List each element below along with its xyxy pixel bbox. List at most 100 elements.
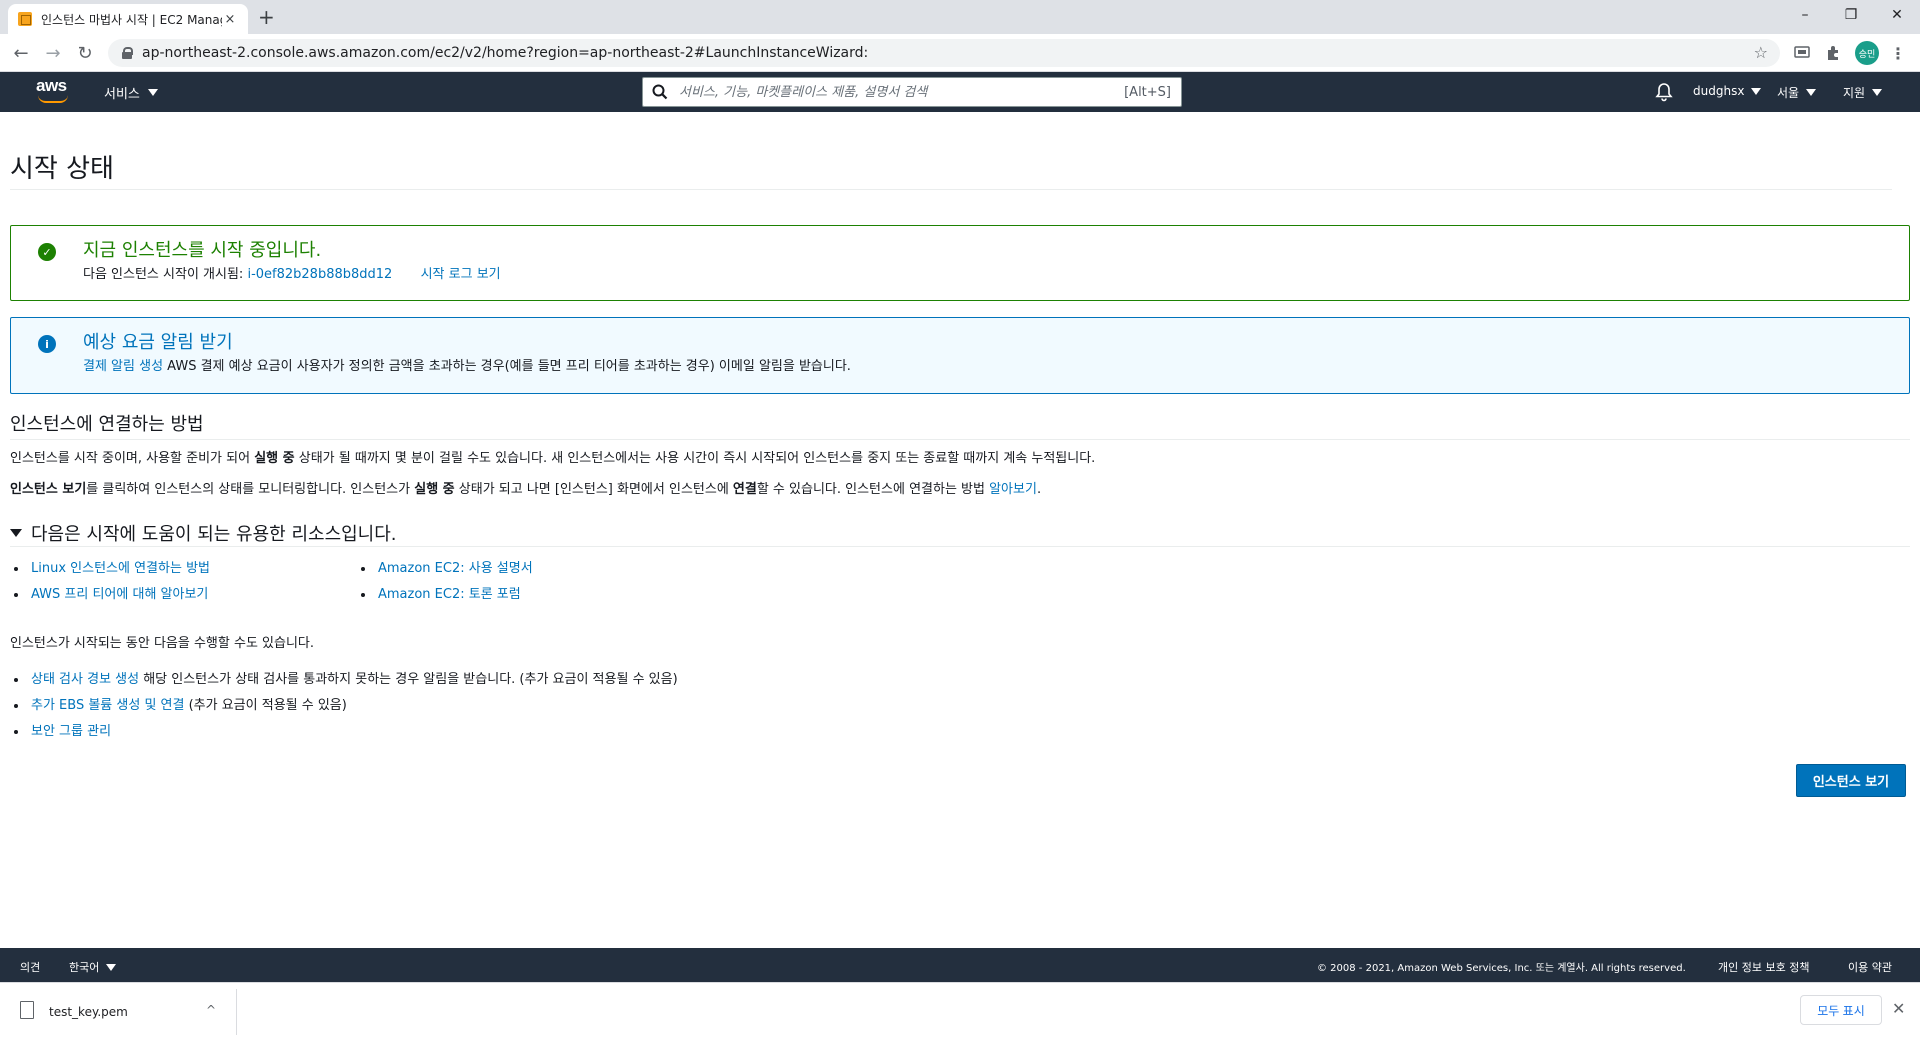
url-text: ap-northeast-2.console.aws.amazon.com/ec…	[142, 45, 869, 61]
ec2-user-guide-link[interactable]: Amazon EC2: 사용 설명서	[378, 561, 533, 576]
linux-connect-guide-link[interactable]: Linux 인스턴스에 연결하는 방법	[31, 561, 210, 576]
cast-icon[interactable]	[1792, 43, 1812, 63]
list-item: AWS 프리 티어에 대해 알아보기	[10, 585, 210, 611]
manage-security-groups-link[interactable]: 보안 그룹 관리	[31, 724, 111, 739]
collapse-caret-icon[interactable]	[10, 529, 22, 537]
search-shortcut-hint: [Alt+S]	[1124, 84, 1171, 100]
info-alert-heading: 예상 요금 알림 받기	[83, 332, 233, 353]
free-tier-link[interactable]: AWS 프리 티어에 대해 알아보기	[31, 587, 208, 602]
caret-down-icon	[1806, 89, 1817, 96]
text: 를 클릭하여 인스턴스의 상태를 모니터링합니다. 인스턴스가	[86, 482, 415, 497]
while-launching-intro: 인스턴스가 시작되는 동안 다음을 수행할 수도 있습니다.	[10, 636, 315, 651]
list-item: Linux 인스턴스에 연결하는 방법	[10, 559, 210, 585]
resources-list-col2: Amazon EC2: 사용 설명서 Amazon EC2: 토론 포럼	[357, 559, 533, 611]
minimize-icon[interactable]: –	[1782, 0, 1828, 30]
list-item-text: (추가 요금이 적용될 수 있음)	[184, 698, 347, 713]
connect-paragraph-1: 인스턴스를 시작 중이며, 사용할 준비가 되어 실행 중 상태가 될 때까지 …	[10, 449, 1095, 469]
page-title: 시작 상태	[10, 154, 114, 184]
browser-toolbar: ← → ↻ ap-northeast-2.console.aws.amazon.…	[0, 34, 1920, 72]
region-label: 서울	[1777, 86, 1800, 100]
text: 상태가 될 때까지 몇 분이 걸릴 수도 있습니다. 새 인스턴스에서는 사용 …	[294, 451, 1096, 466]
support-menu[interactable]: 지원	[1843, 84, 1883, 101]
aws-logo-text: aws	[36, 76, 67, 95]
notifications-bell-icon[interactable]	[1655, 82, 1673, 102]
reload-icon[interactable]: ↻	[73, 41, 97, 65]
forward-icon[interactable]: →	[41, 41, 65, 65]
bold-text: 연결	[732, 482, 757, 497]
download-file-name[interactable]: test_key.pem	[49, 1005, 128, 1019]
create-billing-alert-link[interactable]: 결제 알림 생성	[83, 359, 163, 374]
services-menu[interactable]: 서비스	[104, 83, 158, 102]
list-item: 추가 EBS 볼륨 생성 및 연결 (추가 요금이 적용될 수 있음)	[10, 696, 678, 722]
account-username: dudghsx	[1693, 84, 1745, 98]
console-search[interactable]: [Alt+S]	[642, 77, 1182, 107]
text: 할 수 있습니다. 인스턴스에 연결하는 방법	[756, 482, 990, 497]
caret-down-icon	[147, 89, 158, 96]
window-close-icon[interactable]: ✕	[1874, 0, 1920, 30]
resources-section-heading[interactable]: 다음은 시작에 도움이 되는 유용한 리소스입니다.	[10, 520, 397, 546]
region-menu[interactable]: 서울	[1777, 84, 1817, 101]
lock-icon	[122, 47, 133, 59]
list-item: 보안 그룹 관리	[10, 722, 678, 748]
feedback-link[interactable]: 의견	[20, 959, 40, 975]
create-ebs-volume-link[interactable]: 추가 EBS 볼륨 생성 및 연결	[31, 698, 184, 713]
profile-avatar[interactable]: 승민	[1855, 41, 1879, 65]
browser-tab-strip: 인스턴스 마법사 시작 | EC2 Management Console × +…	[0, 0, 1920, 34]
instance-id-link[interactable]: i-0ef82b28b88b8dd12	[247, 267, 392, 282]
connect-section-heading: 인스턴스에 연결하는 방법	[10, 414, 204, 435]
text: .	[1036, 482, 1042, 497]
info-alert-text: AWS 결제 예상 요금이 사용자가 정의한 금액을 초과하는 경우(예를 들면…	[167, 359, 851, 374]
aws-favicon-icon	[18, 12, 32, 26]
copyright-text: © 2008 - 2021, Amazon Web Services, Inc.…	[1317, 963, 1686, 974]
download-options-chevron-icon[interactable]: ^	[206, 1003, 216, 1017]
bold-text: 실행 중	[414, 482, 455, 497]
launch-success-alert: ✓ 지금 인스턴스를 시작 중입니다. 다음 인스턴스 시작이 개시됨: i-0…	[10, 225, 1910, 301]
browser-menu-icon[interactable]: ⋮	[1888, 43, 1908, 63]
new-tab-icon[interactable]: +	[258, 5, 275, 29]
show-all-downloads-button[interactable]: 모두 표시	[1800, 995, 1882, 1025]
search-input[interactable]	[677, 83, 1125, 101]
info-icon: i	[38, 335, 56, 353]
account-menu[interactable]: dudghsx	[1693, 84, 1762, 98]
connect-paragraph-2: 인스턴스 보기를 클릭하여 인스턴스의 상태를 모니터링합니다. 인스턴스가 실…	[10, 480, 1041, 500]
ec2-forum-link[interactable]: Amazon EC2: 토론 포럼	[378, 587, 521, 602]
title-divider	[10, 189, 1892, 190]
list-item-text: 해당 인스턴스가 상태 검사를 통과하지 못하는 경우 알림을 받습니다. (추…	[139, 672, 678, 687]
success-alert-heading: 지금 인스턴스를 시작 중입니다.	[83, 240, 322, 261]
caret-down-icon	[1751, 87, 1762, 95]
create-status-alarm-link[interactable]: 상태 검사 경보 생성	[31, 672, 139, 687]
aws-logo[interactable]: aws	[36, 76, 72, 104]
text: 상태가 되고 나면 [인스턴스] 화면에서 인스턴스에	[454, 482, 733, 497]
resources-heading-text: 다음은 시작에 도움이 되는 유용한 리소스입니다.	[31, 524, 397, 545]
resources-list-col1: Linux 인스턴스에 연결하는 방법 AWS 프리 티어에 대해 알아보기	[10, 559, 210, 611]
terms-link[interactable]: 이용 약관	[1848, 959, 1892, 975]
success-alert-text: 다음 인스턴스 시작이 개시됨:	[83, 267, 244, 282]
extensions-puzzle-icon[interactable]	[1823, 43, 1843, 63]
caret-down-icon	[1872, 89, 1883, 96]
view-instances-button[interactable]: 인스턴스 보기	[1796, 764, 1906, 797]
privacy-policy-link[interactable]: 개인 정보 보호 정책	[1718, 959, 1809, 975]
list-item: Amazon EC2: 토론 포럼	[357, 585, 533, 611]
tab-close-icon[interactable]: ×	[222, 12, 238, 27]
while-launching-list: 상태 검사 경보 생성 해당 인스턴스가 상태 검사를 통과하지 못하는 경우 …	[10, 670, 678, 748]
language-selector[interactable]: 한국어	[69, 959, 117, 975]
section-divider	[10, 439, 1910, 440]
browser-tab[interactable]: 인스턴스 마법사 시작 | EC2 Management Console ×	[8, 4, 248, 34]
aws-smile-icon	[38, 95, 68, 103]
console-footer: 의견 한국어 © 2008 - 2021, Amazon Web Service…	[0, 948, 1920, 982]
back-icon[interactable]: ←	[9, 41, 33, 65]
text: 인스턴스를 시작 중이며, 사용할 준비가 되어	[10, 451, 255, 466]
bold-text: 실행 중	[254, 451, 295, 466]
list-item: Amazon EC2: 사용 설명서	[357, 559, 533, 585]
restore-icon[interactable]: ❐	[1828, 0, 1874, 30]
caret-down-icon	[106, 963, 117, 971]
search-icon	[643, 84, 677, 100]
section-divider	[10, 546, 1910, 547]
file-icon	[20, 1001, 34, 1019]
close-download-bar-icon[interactable]: ✕	[1892, 999, 1905, 1018]
bookmark-star-icon[interactable]: ☆	[1754, 43, 1768, 62]
learn-more-link[interactable]: 알아보기	[989, 482, 1037, 497]
address-bar[interactable]: ap-northeast-2.console.aws.amazon.com/ec…	[108, 39, 1780, 67]
view-launch-log-link[interactable]: 시작 로그 보기	[421, 267, 501, 282]
browser-tab-title: 인스턴스 마법사 시작 | EC2 Management Console	[41, 12, 222, 27]
